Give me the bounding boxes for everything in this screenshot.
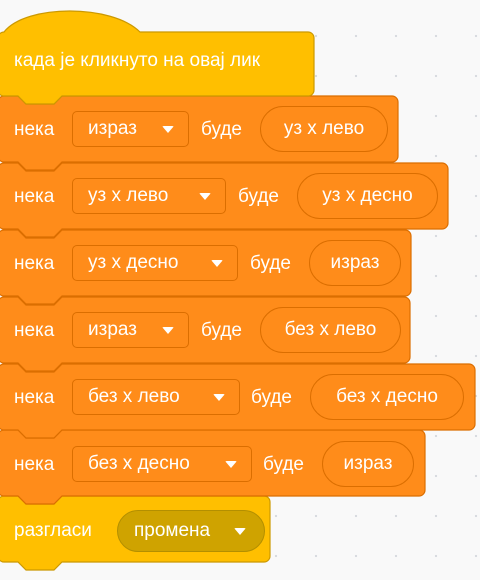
caret-down-icon <box>162 326 174 334</box>
set-block-6-value-reporter[interactable]: израз <box>322 441 414 487</box>
set-block-3-keyword: нека <box>14 253 55 274</box>
set-block-1-keyword: нека <box>14 119 55 140</box>
set-block-4-variable-label: израз <box>88 319 137 340</box>
caret-down-icon <box>211 259 223 267</box>
set-block-1-variable-dropdown[interactable]: израз <box>72 111 189 147</box>
broadcast-block-label: разгласи <box>14 520 92 541</box>
hat-block-label: када је кликнуто на овај лик <box>14 50 261 71</box>
set-block-2-value-label: уз x десно <box>322 185 413 206</box>
set-block-1-value-reporter[interactable]: уз x лево <box>260 106 388 152</box>
caret-down-icon <box>225 460 237 468</box>
caret-down-icon <box>162 125 174 133</box>
set-block-6-variable-label: без x десно <box>88 453 190 474</box>
set-block-5-value-reporter[interactable]: без x десно <box>310 374 464 420</box>
set-block-4-value-label: без x лево <box>284 319 377 340</box>
caret-down-icon <box>213 393 225 401</box>
set-block-1-variable-label: израз <box>88 118 137 139</box>
caret-down-icon <box>234 527 246 535</box>
set-block-5-to-label: буде <box>251 387 292 408</box>
set-block-3-value-reporter[interactable]: израз <box>309 240 401 286</box>
set-block-5-variable-label: без x лево <box>88 386 180 407</box>
set-block-2-variable-dropdown[interactable]: уз x лево <box>72 178 226 214</box>
set-block-6-value-label: израз <box>343 453 393 474</box>
set-block-5-variable-dropdown[interactable]: без x лево <box>72 379 240 415</box>
set-block-4-value-reporter[interactable]: без x лево <box>260 307 401 353</box>
set-block-1-to-label: буде <box>201 119 242 140</box>
set-block-5-value-label: без x десно <box>336 386 438 407</box>
set-block-6-to-label: буде <box>263 454 304 475</box>
set-block-5-keyword: нека <box>14 387 55 408</box>
set-block-4-variable-dropdown[interactable]: израз <box>72 312 189 348</box>
set-block-3-to-label: буде <box>250 253 291 274</box>
set-block-3-variable-label: уз x десно <box>88 252 179 273</box>
set-block-6-variable-dropdown[interactable]: без x десно <box>72 446 252 482</box>
set-block-2-variable-label: уз x лево <box>88 185 169 206</box>
set-block-3-variable-dropdown[interactable]: уз x десно <box>72 245 238 281</box>
script-canvas <box>0 10 476 571</box>
set-block-2-keyword: нека <box>14 186 55 207</box>
set-block-3-value-label: израз <box>330 252 380 273</box>
broadcast-message-label: промена <box>134 520 211 541</box>
set-block-1-value-label: уз x лево <box>283 118 365 139</box>
set-block-4-to-label: буде <box>201 320 242 341</box>
broadcast-message-dropdown[interactable]: промена <box>117 510 265 552</box>
set-block-2-value-reporter[interactable]: уз x десно <box>297 173 438 219</box>
set-block-2-to-label: буде <box>238 186 279 207</box>
caret-down-icon <box>199 192 211 200</box>
set-block-6-keyword: нека <box>14 454 55 475</box>
set-block-4-keyword: нека <box>14 320 55 341</box>
